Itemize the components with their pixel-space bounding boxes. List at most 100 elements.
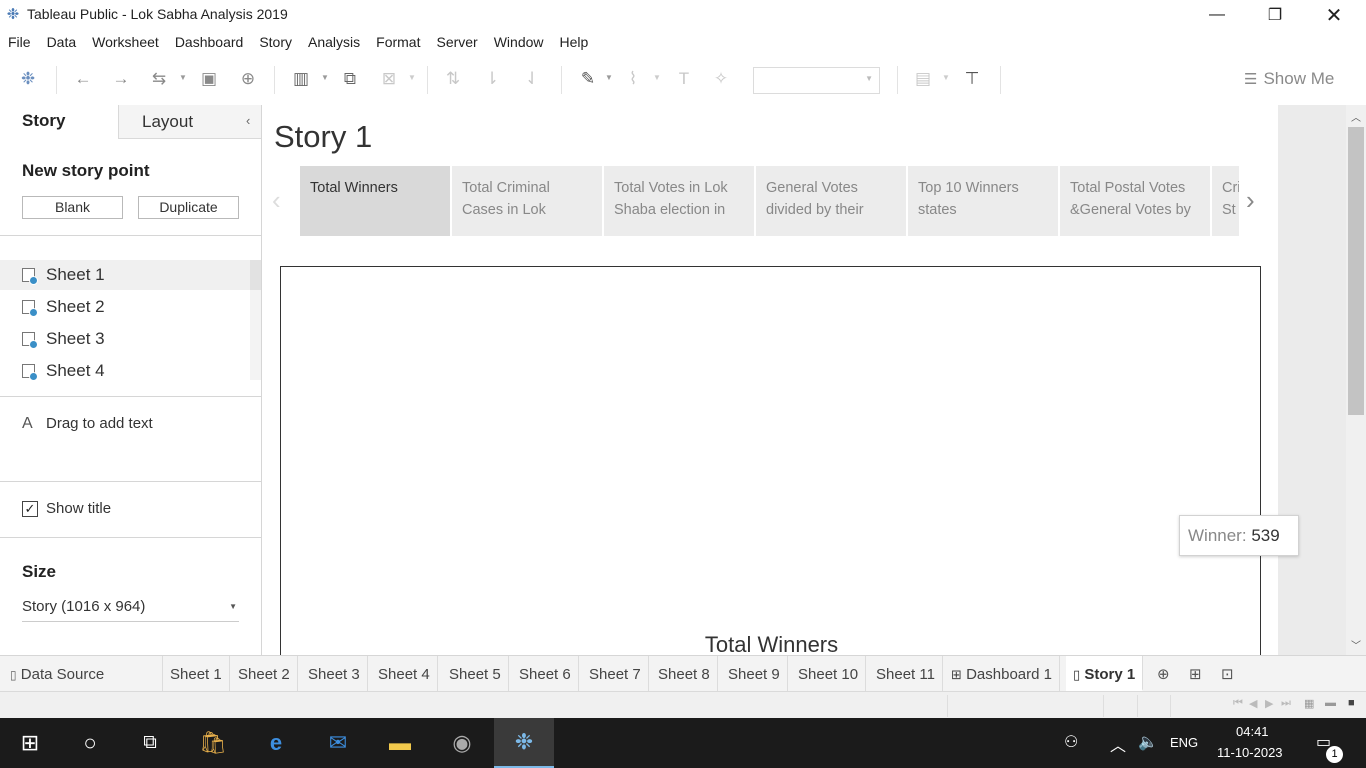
scrollbar-thumb[interactable] xyxy=(250,260,261,290)
tabs-view-icon[interactable]: ■ xyxy=(1348,697,1355,709)
show-hide-cards-icon[interactable]: ▤ xyxy=(911,68,935,90)
collapse-pane-icon[interactable]: ‹ xyxy=(246,113,250,128)
maximize-icon[interactable]: ❐ xyxy=(1246,0,1304,30)
next-point-icon[interactable]: › xyxy=(1246,185,1255,216)
sheet-list-scrollbar[interactable] xyxy=(250,260,261,380)
menu-server[interactable]: Server xyxy=(428,30,485,54)
story-point[interactable]: Total Winners xyxy=(300,166,450,236)
sort-ascending-icon[interactable]: ⇂ xyxy=(480,68,504,90)
chevron-down-icon[interactable]: ▼ xyxy=(653,73,661,82)
new-dashboard-icon[interactable]: ⊞ xyxy=(1189,665,1202,683)
search-circle-icon[interactable]: ○ xyxy=(60,718,120,768)
story-point[interactable]: General Votes divided by their xyxy=(756,166,906,236)
windows-start-icon[interactable]: ⊞ xyxy=(0,718,60,768)
menu-story[interactable]: Story xyxy=(251,30,300,54)
save-icon[interactable]: ▣ xyxy=(197,68,221,90)
menu-data[interactable]: Data xyxy=(39,30,85,54)
show-title-checkbox[interactable]: ✓ Show title xyxy=(22,500,111,517)
scroll-down-icon[interactable]: ﹀ xyxy=(1351,637,1361,652)
tab-data-source[interactable]: ▯ Data Source xyxy=(0,656,163,691)
new-worksheet-icon[interactable]: ⊕ xyxy=(1157,665,1170,683)
sheet-list-item[interactable]: Sheet 1 xyxy=(0,260,250,290)
new-data-source-icon[interactable]: ⊕ xyxy=(236,68,260,90)
replay-icon[interactable]: ⇆ xyxy=(147,68,171,90)
fix-axes-icon[interactable]: ✧ xyxy=(709,68,733,90)
swap-rows-columns-icon[interactable]: ⇅ xyxy=(441,68,465,90)
volume-icon[interactable]: 🔈 xyxy=(1138,732,1158,752)
task-view-icon[interactable]: ⧉ xyxy=(120,718,180,768)
tab-story[interactable]: Story xyxy=(0,105,118,139)
first-sheet-icon[interactable]: ⏮ xyxy=(1233,697,1243,710)
checkbox-checked-icon[interactable]: ✓ xyxy=(22,500,38,517)
clear-sheet-icon[interactable]: ⊠ xyxy=(377,68,401,90)
menu-dashboard[interactable]: Dashboard xyxy=(167,30,252,54)
duplicate-sheet-icon[interactable]: ⧉ xyxy=(338,68,362,90)
highlight-icon[interactable]: ✎ xyxy=(576,68,600,90)
chevron-down-icon[interactable]: ▼ xyxy=(605,73,613,82)
story-point[interactable]: Total Votes in Lok Shaba election in xyxy=(604,166,754,236)
sheet-list-item[interactable]: Sheet 3 xyxy=(0,324,250,354)
menu-file[interactable]: File xyxy=(0,30,39,54)
menu-format[interactable]: Format xyxy=(368,30,428,54)
filmstrip-icon[interactable]: ▬ xyxy=(1325,697,1336,709)
minimize-icon[interactable]: — xyxy=(1188,0,1246,30)
file-explorer-icon[interactable]: ▬ xyxy=(370,718,430,768)
scrollbar-thumb[interactable] xyxy=(1348,127,1364,415)
menu-analysis[interactable]: Analysis xyxy=(300,30,368,54)
story-title[interactable]: Story 1 xyxy=(274,119,372,155)
last-sheet-icon[interactable]: ⏭ xyxy=(1281,697,1291,710)
menu-help[interactable]: Help xyxy=(552,30,597,54)
chevron-down-icon[interactable]: ▼ xyxy=(942,73,950,82)
new-worksheet-icon[interactable]: ▥ xyxy=(289,68,313,90)
tab-sheet[interactable]: Sheet 7 xyxy=(582,656,649,691)
tab-sheet[interactable]: Sheet 9 xyxy=(721,656,788,691)
people-icon[interactable]: ⚇ xyxy=(1064,732,1078,752)
language-indicator[interactable]: ENG xyxy=(1170,735,1198,750)
drag-text-object[interactable]: A Drag to add text xyxy=(22,415,153,433)
next-sheet-icon[interactable]: ▶ xyxy=(1265,697,1273,710)
tab-sheet[interactable]: Sheet 3 xyxy=(301,656,368,691)
scroll-up-icon[interactable]: ︿ xyxy=(1351,109,1361,124)
sheet-list-item[interactable]: Sheet 4 xyxy=(0,356,250,386)
tab-sheet[interactable]: Sheet 8 xyxy=(651,656,718,691)
tableau-home-icon[interactable]: ❉ xyxy=(16,68,40,90)
tab-sheet[interactable]: Sheet 1 xyxy=(163,656,230,691)
chevron-down-icon[interactable]: ▼ xyxy=(321,73,329,82)
tableau-taskbar-icon[interactable]: ❉ xyxy=(494,718,554,768)
clock-date[interactable]: 11-10-2023 xyxy=(1217,745,1283,760)
tab-story[interactable]: ▯ Story 1 xyxy=(1066,656,1144,691)
tab-sheet[interactable]: Sheet 2 xyxy=(231,656,298,691)
previous-point-icon[interactable]: ‹ xyxy=(272,185,281,216)
tab-sheet[interactable]: Sheet 4 xyxy=(371,656,438,691)
tab-sheet[interactable]: Sheet 10 xyxy=(791,656,867,691)
close-icon[interactable]: ✕ xyxy=(1305,0,1363,30)
chevron-down-icon[interactable]: ▼ xyxy=(179,73,187,82)
tab-dashboard[interactable]: ⊞ Dashboard 1 xyxy=(944,656,1060,691)
tab-sheet[interactable]: Sheet 5 xyxy=(442,656,509,691)
story-point[interactable]: Total Criminal Cases in Lok xyxy=(452,166,602,236)
sheet-list-item[interactable]: Sheet 2 xyxy=(0,292,250,322)
story-viz-frame[interactable]: Total Winners xyxy=(280,266,1261,666)
edge-icon[interactable]: e xyxy=(246,718,306,768)
size-select[interactable]: Story (1016 x 964) ▼ xyxy=(22,598,239,622)
menu-worksheet[interactable]: Worksheet xyxy=(84,30,167,54)
sort-descending-icon[interactable]: ⇃ xyxy=(520,68,544,90)
new-story-icon[interactable]: ⊡ xyxy=(1221,665,1234,683)
blank-button[interactable]: Blank xyxy=(22,196,123,219)
undo-icon[interactable]: ← xyxy=(71,68,95,90)
story-point[interactable]: Total Postal Votes &General Votes by xyxy=(1060,166,1210,236)
show-hidden-icons-icon[interactable]: ︿ xyxy=(1110,732,1126,756)
store-icon[interactable]: 🛍 xyxy=(183,718,243,768)
vertical-scrollbar[interactable]: ︿ ﹀ xyxy=(1346,105,1366,655)
duplicate-button[interactable]: Duplicate xyxy=(138,196,239,219)
redo-icon[interactable]: → xyxy=(109,68,133,90)
tab-sheet[interactable]: Sheet 6 xyxy=(512,656,579,691)
story-point[interactable]: Top 10 Winners states xyxy=(908,166,1058,236)
clock-time[interactable]: 04:41 xyxy=(1236,724,1269,739)
show-mark-labels-icon[interactable]: T xyxy=(672,68,696,90)
sheet-sorter-icon[interactable]: ▦ xyxy=(1304,697,1314,710)
menu-window[interactable]: Window xyxy=(486,30,552,54)
mail-icon[interactable]: ✉ xyxy=(308,718,368,768)
presentation-mode-icon[interactable]: ⊤ xyxy=(960,68,984,90)
group-members-icon[interactable]: ⌇ xyxy=(621,68,645,90)
